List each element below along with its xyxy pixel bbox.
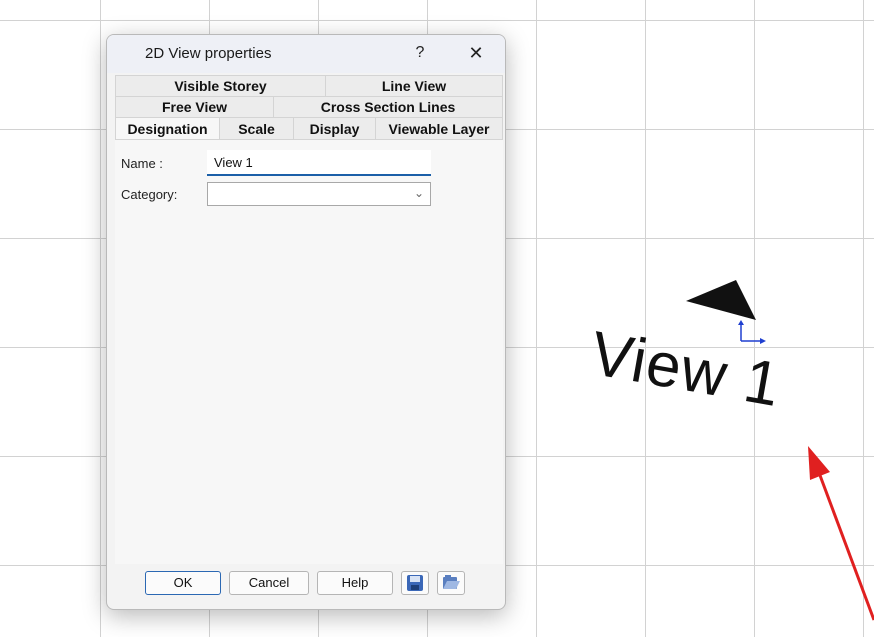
drawing-canvas[interactable]: View 1 2D View properties ? ✕ Visible St… [0, 0, 874, 637]
chevron-down-icon: ⌄ [413, 186, 424, 200]
tab-cross-section-lines[interactable]: Cross Section Lines [273, 96, 503, 117]
tab-visible-storey[interactable]: Visible Storey [115, 75, 325, 96]
help-button[interactable]: Help [317, 571, 393, 595]
dialog-titlebar[interactable]: 2D View properties ? ✕ [107, 35, 505, 73]
ok-button[interactable]: OK [145, 571, 221, 595]
tab-free-view[interactable]: Free View [115, 96, 273, 117]
category-label: Category: [121, 187, 178, 202]
view-triangle-icon [686, 280, 756, 320]
tab-scale[interactable]: Scale [219, 117, 293, 140]
red-arrow-icon [808, 446, 874, 621]
open-folder-icon [443, 575, 460, 589]
dialog-button-bar: OK Cancel Help [107, 569, 505, 605]
tab-line-view[interactable]: Line View [325, 75, 503, 96]
tab-row-2: Free View Cross Section Lines [115, 96, 503, 117]
close-icon[interactable]: ✕ [463, 41, 489, 65]
tab-viewable-layer[interactable]: Viewable Layer [375, 117, 503, 140]
name-label: Name : [121, 156, 163, 171]
view-properties-dialog: 2D View properties ? ✕ Visible Storey Li… [106, 34, 506, 610]
save-button[interactable] [401, 571, 429, 595]
cancel-button[interactable]: Cancel [229, 571, 309, 595]
save-icon [407, 575, 423, 591]
help-icon[interactable]: ? [407, 41, 433, 65]
open-button[interactable] [437, 571, 465, 595]
designation-panel: Name : Category: ⌄ [115, 139, 503, 564]
tab-row-1: Visible Storey Line View [115, 75, 503, 96]
dialog-title: 2D View properties [145, 45, 272, 62]
category-select[interactable]: ⌄ [207, 182, 431, 206]
tab-display[interactable]: Display [293, 117, 375, 140]
name-input[interactable] [207, 150, 431, 176]
